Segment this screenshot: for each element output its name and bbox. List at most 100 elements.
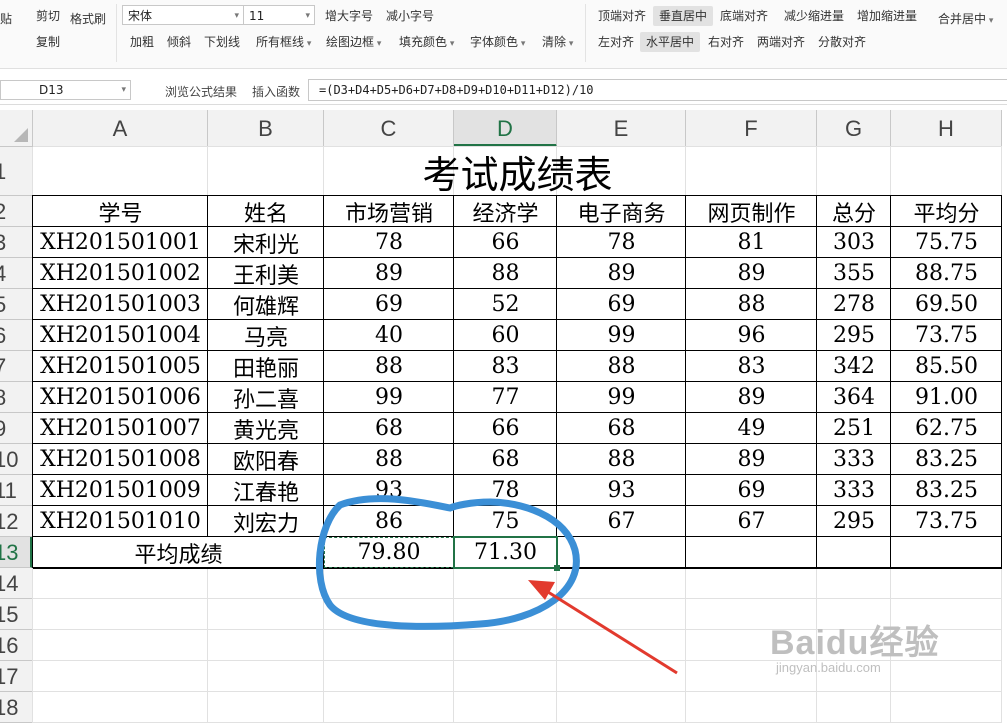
data-cell[interactable]: 88	[557, 444, 686, 475]
align-bottom-button[interactable]: 底端对齐	[720, 8, 768, 24]
decrease-font-button[interactable]: 减小字号	[386, 8, 434, 24]
header-cell[interactable]: 经济学	[454, 196, 557, 227]
data-cell[interactable]: 303	[817, 227, 891, 258]
data-cell[interactable]: 295	[817, 320, 891, 351]
data-cell[interactable]: 89	[686, 444, 817, 475]
data-cell[interactable]: 89	[324, 258, 454, 289]
data-cell[interactable]: 278	[817, 289, 891, 320]
data-cell[interactable]: 62.75	[891, 413, 1002, 444]
font-name-select[interactable]: 宋体 ▾	[122, 5, 244, 25]
data-cell[interactable]: 99	[324, 382, 454, 413]
data-cell[interactable]: 68	[557, 413, 686, 444]
data-cell[interactable]: 88	[686, 289, 817, 320]
align-center-button[interactable]: 水平居中	[640, 32, 701, 52]
data-cell[interactable]: 40	[324, 320, 454, 351]
row-header-1[interactable]: 1	[0, 147, 33, 196]
data-cell[interactable]: XH201501006	[33, 382, 208, 413]
bold-button[interactable]: 加粗	[130, 34, 154, 50]
data-cell[interactable]: 355	[817, 258, 891, 289]
data-cell[interactable]: 88	[557, 351, 686, 382]
row-header-2[interactable]: 2	[0, 196, 33, 227]
data-cell[interactable]: 85.50	[891, 351, 1002, 382]
column-header-h[interactable]: H	[891, 110, 1002, 147]
data-cell[interactable]: 66	[454, 413, 557, 444]
data-cell[interactable]: 69	[324, 289, 454, 320]
underline-button[interactable]: 下划线	[204, 34, 240, 50]
data-cell[interactable]: XH201501005	[33, 351, 208, 382]
select-all-button[interactable]	[0, 110, 33, 147]
row-header-9[interactable]: 9	[0, 413, 33, 444]
data-cell[interactable]: 73.75	[891, 506, 1002, 537]
active-cell-selection[interactable]	[453, 536, 560, 571]
data-cell[interactable]: 251	[817, 413, 891, 444]
column-header-f[interactable]: F	[686, 110, 817, 147]
data-cell[interactable]: 田艳丽	[208, 351, 324, 382]
browse-formula-result-button[interactable]: 浏览公式结果	[165, 83, 237, 100]
row-header-4[interactable]: 4	[0, 258, 33, 289]
fill-color-button[interactable]: 填充颜色	[399, 34, 454, 52]
row-header-13[interactable]: 13	[0, 537, 33, 568]
header-cell[interactable]: 电子商务	[557, 196, 686, 227]
data-cell[interactable]: 孙二喜	[208, 382, 324, 413]
data-cell[interactable]: 91.00	[891, 382, 1002, 413]
data-cell[interactable]: 刘宏力	[208, 506, 324, 537]
data-cell[interactable]: 89	[557, 258, 686, 289]
data-cell[interactable]: XH201501008	[33, 444, 208, 475]
data-cell[interactable]: 马亮	[208, 320, 324, 351]
data-cell[interactable]: 83	[454, 351, 557, 382]
column-header-g[interactable]: G	[817, 110, 891, 147]
data-cell[interactable]: 89	[686, 382, 817, 413]
data-cell[interactable]: 99	[557, 320, 686, 351]
data-cell[interactable]: 49	[686, 413, 817, 444]
increase-font-button[interactable]: 增大字号	[325, 8, 373, 24]
data-cell[interactable]: XH201501001	[33, 227, 208, 258]
data-cell[interactable]: XH201501003	[33, 289, 208, 320]
data-cell[interactable]: 83.25	[891, 444, 1002, 475]
row-header-12[interactable]: 12	[0, 506, 33, 537]
header-cell[interactable]: 总分	[817, 196, 891, 227]
italic-button[interactable]: 倾斜	[167, 34, 191, 50]
column-header-b[interactable]: B	[208, 110, 324, 147]
row-header-18[interactable]: 18	[0, 692, 33, 723]
data-cell[interactable]: 81	[686, 227, 817, 258]
decrease-indent-button[interactable]: 减少缩进量	[784, 8, 844, 24]
data-cell[interactable]: 78	[557, 227, 686, 258]
draw-border-button[interactable]: 绘图边框	[326, 34, 381, 52]
data-cell[interactable]: 295	[817, 506, 891, 537]
data-cell[interactable]: 欧阳春	[208, 444, 324, 475]
align-top-button[interactable]: 顶端对齐	[598, 8, 646, 24]
data-cell[interactable]: 68	[324, 413, 454, 444]
data-cell[interactable]: 75	[454, 506, 557, 537]
data-cell[interactable]: 江春艳	[208, 475, 324, 506]
justify-button[interactable]: 两端对齐	[757, 34, 805, 50]
data-cell[interactable]: 88	[454, 258, 557, 289]
data-cell[interactable]: 333	[817, 444, 891, 475]
row-header-3[interactable]: 3	[0, 227, 33, 258]
row-header-5[interactable]: 5	[0, 289, 33, 320]
merge-center-button[interactable]: 合并居中	[938, 11, 993, 29]
average-label-cell[interactable]: 平均成绩	[33, 537, 324, 568]
insert-function-button[interactable]: 插入函数	[252, 83, 300, 100]
row-header-14[interactable]: 14	[0, 568, 33, 599]
all-borders-button[interactable]: 所有框线	[256, 34, 311, 52]
row-header-16[interactable]: 16	[0, 630, 33, 661]
row-header-11[interactable]: 11	[0, 475, 33, 506]
data-cell[interactable]: 王利美	[208, 258, 324, 289]
align-left-button[interactable]: 左对齐	[598, 34, 634, 50]
data-cell[interactable]: 364	[817, 382, 891, 413]
header-cell[interactable]: 网页制作	[686, 196, 817, 227]
data-cell[interactable]: 86	[324, 506, 454, 537]
column-header-c[interactable]: C	[324, 110, 454, 147]
align-right-button[interactable]: 右对齐	[708, 34, 744, 50]
data-cell[interactable]: XH201501004	[33, 320, 208, 351]
header-cell[interactable]: 学号	[33, 196, 208, 227]
data-cell[interactable]: 何雄辉	[208, 289, 324, 320]
data-cell[interactable]: 60	[454, 320, 557, 351]
format-painter-button[interactable]: 格式刷	[70, 11, 106, 27]
header-cell[interactable]: 姓名	[208, 196, 324, 227]
distributed-button[interactable]: 分散对齐	[818, 34, 866, 50]
row-header-15[interactable]: 15	[0, 599, 33, 630]
data-cell[interactable]: 88.75	[891, 258, 1002, 289]
row-header-8[interactable]: 8	[0, 382, 33, 413]
column-header-e[interactable]: E	[557, 110, 686, 147]
